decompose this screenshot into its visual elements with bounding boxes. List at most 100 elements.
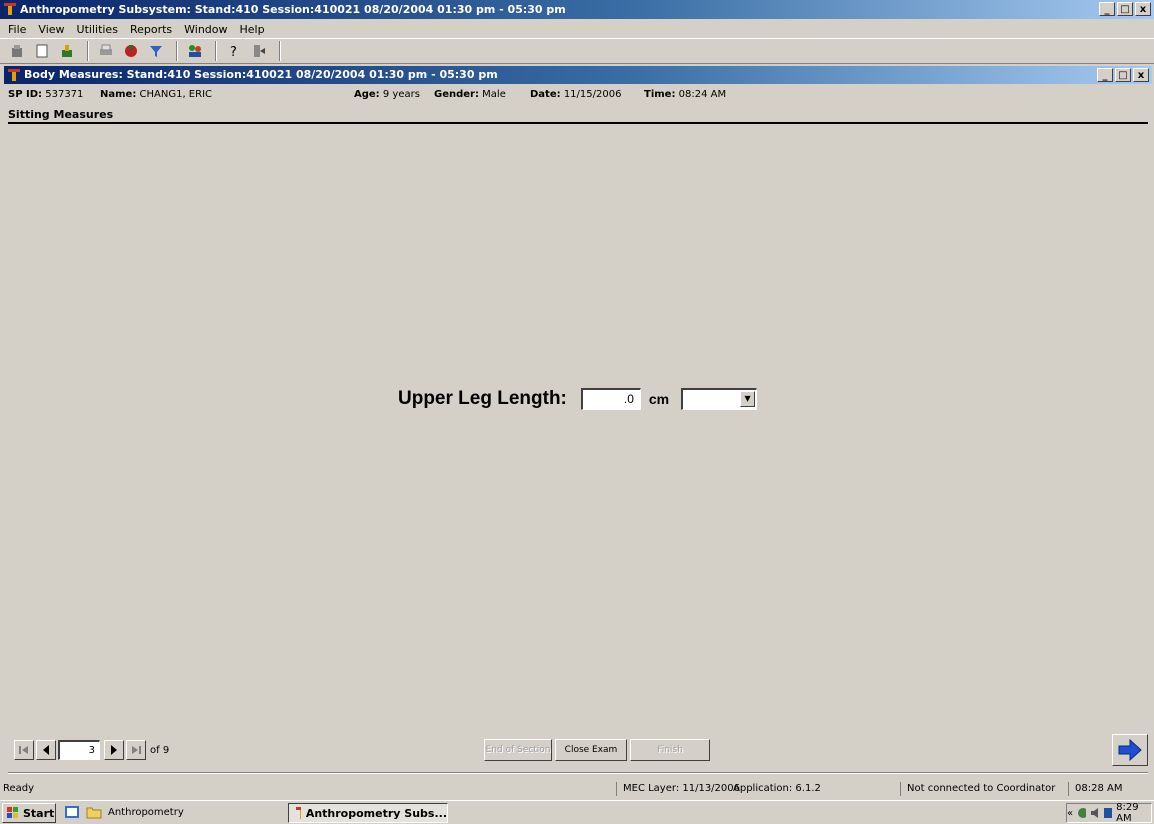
status-application: Application: 6.1.2 [733,783,821,794]
end-of-section-button[interactable]: End of Section [484,739,552,761]
app-title: Anthropometry Subsystem: Stand:410 Sessi… [20,3,566,16]
menu-file[interactable]: File [2,23,32,36]
status-coordinator: Not connected to Coordinator [900,782,1055,796]
child-maximize-button[interactable]: □ [1115,68,1131,82]
time-group: Time: 08:24 AM [644,89,726,100]
svg-text:?: ? [230,45,237,59]
child-close-button[interactable]: x [1133,68,1149,82]
minimize-button[interactable]: _ [1099,2,1115,16]
name-label: Name: [100,89,137,100]
measurement-row: Upper Leg Length: .0 cm ▼ [398,384,758,414]
restore-button[interactable]: □ [1117,2,1133,16]
quick-launch: Anthropometry [64,804,184,820]
child-app-icon [8,69,20,81]
sp-id-value: 537371 [45,89,84,100]
next-section-button[interactable] [1112,734,1148,766]
status-time: 08:28 AM [1068,782,1122,796]
app-icon [4,3,16,15]
sp-id-group: SP ID: 537371 [8,89,83,100]
menu-reports[interactable]: Reports [124,23,178,36]
exam-icon[interactable] [6,41,28,61]
start-button[interactable]: Start [2,803,56,823]
child-window-controls: _ □ x [1097,68,1149,82]
child-title: Body Measures: Stand:410 Session:410021 … [24,68,498,81]
next-page-button[interactable] [104,740,124,760]
previous-page-icon [43,745,49,755]
toolbar-separator [176,41,178,61]
menu-utilities[interactable]: Utilities [71,23,124,36]
menu-help[interactable]: Help [234,23,271,36]
windows-logo-icon [7,807,18,818]
people-icon[interactable] [184,41,206,61]
participant-info: SP ID: 537371 Name: CHANG1, ERIC Age: 9 … [8,89,1148,105]
next-page-icon [111,745,117,755]
clock: 8:29 AM [1116,802,1139,824]
start-label: Start [23,806,55,820]
date-label: Date: [530,89,561,100]
network-icon[interactable] [1077,807,1087,819]
app-task-icon [296,807,301,819]
taskbar-active-window[interactable]: Anthropometry Subs... [288,803,448,823]
page-navigation: 3 of 9 [14,740,169,760]
age-group: Age: 9 years [354,89,420,100]
age-value: 9 years [382,89,420,100]
toolbar-separator [279,41,281,61]
last-page-icon [132,746,141,754]
print-icon[interactable] [95,41,117,61]
gender-value: Male [482,89,506,100]
child-minimize-button[interactable]: _ [1097,68,1113,82]
date-group: Date: 11/15/2006 [530,89,621,100]
age-label: Age: [354,89,380,100]
toolbar: ? [0,38,1154,64]
close-exam-button[interactable]: Close Exam [555,739,627,761]
upper-leg-length-input[interactable]: .0 [580,388,641,410]
menu-bar: File View Utilities Reports Window Help [0,20,1154,38]
gender-label: Gender: [434,89,479,100]
measurement-label: Upper Leg Length: [398,388,567,409]
previous-page-button[interactable] [36,740,56,760]
time-value: 08:24 AM [678,89,727,100]
unit-label: cm [648,391,670,407]
record-icon[interactable] [120,41,142,61]
ie-icon[interactable] [64,804,80,820]
gender-group: Gender: Male [434,89,506,100]
antivirus-icon[interactable] [1103,807,1113,819]
first-page-icon [19,746,28,754]
status-ready: Ready [3,783,35,794]
tools-icon[interactable] [56,41,78,61]
sp-id-label: SP ID: [8,89,43,100]
toolbar-separator [87,41,89,61]
toolbar-separator [215,41,217,61]
status-mec-layer: MEC Layer: 11/13/2006 [616,782,740,796]
new-icon[interactable] [31,41,53,61]
time-label: Time: [644,89,676,100]
filter-icon[interactable] [145,41,167,61]
folder-label[interactable]: Anthropometry [108,807,184,818]
taskbar: Start Anthropometry Anthropometry Subs..… [0,800,1154,824]
date-value: 11/15/2006 [563,89,622,100]
comment-dropdown[interactable]: ▼ [681,388,758,410]
menu-view[interactable]: View [32,23,70,36]
page-number-input[interactable]: 3 [58,740,100,760]
footer-divider [8,772,1148,774]
child-title-bar[interactable]: Body Measures: Stand:410 Session:410021 … [4,66,1152,84]
menu-window[interactable]: Window [178,23,233,36]
close-button[interactable]: x [1135,2,1151,16]
exit-icon[interactable] [248,41,270,61]
finish-button[interactable]: Finish [630,739,710,761]
name-value: CHANG1, ERIC [139,89,213,100]
dropdown-arrow-icon[interactable]: ▼ [740,391,756,407]
section-title: Sitting Measures [8,108,1148,124]
speaker-icon[interactable] [1090,807,1099,819]
right-arrow-icon [1118,738,1142,762]
status-bar: Ready MEC Layer: 11/13/2006 Application:… [0,780,1154,798]
page-count: of 9 [150,744,170,756]
last-page-button[interactable] [126,740,146,760]
folder-icon [86,807,102,819]
first-page-button[interactable] [14,740,34,760]
tray-expand-icon[interactable]: « [1067,808,1073,819]
name-group: Name: CHANG1, ERIC [100,89,212,100]
system-tray: « 8:29 AM [1066,802,1152,824]
help-icon[interactable]: ? [223,41,245,61]
app-title-bar[interactable]: Anthropometry Subsystem: Stand:410 Sessi… [0,0,1154,19]
